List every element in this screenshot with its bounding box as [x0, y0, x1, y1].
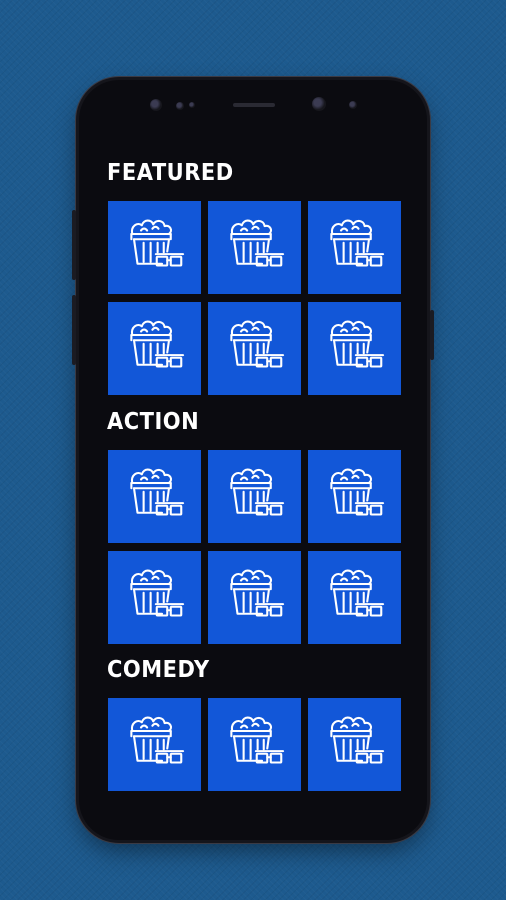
popcorn-3d-glasses-icon [320, 314, 390, 384]
app-screen: FEATURED ACTION COMEDY [99, 155, 407, 795]
popcorn-3d-glasses-icon [220, 462, 290, 532]
section-title-action: ACTION [107, 407, 200, 435]
section-title-comedy: COMEDY [107, 655, 210, 683]
movie-tile[interactable] [208, 302, 301, 395]
popcorn-3d-glasses-icon [120, 563, 190, 633]
sensor-icon [349, 101, 357, 109]
movie-tile[interactable] [108, 698, 201, 791]
featured-grid [108, 201, 401, 395]
movie-tile[interactable] [308, 302, 401, 395]
popcorn-3d-glasses-icon [220, 314, 290, 384]
front-camera-icon [312, 97, 326, 111]
popcorn-3d-glasses-icon [220, 710, 290, 780]
front-camera-icon [150, 99, 162, 111]
comedy-grid [108, 698, 401, 791]
popcorn-3d-glasses-icon [120, 462, 190, 532]
movie-tile[interactable] [308, 450, 401, 543]
popcorn-3d-glasses-icon [120, 314, 190, 384]
movie-tile[interactable] [308, 551, 401, 644]
section-title-featured: FEATURED [107, 158, 234, 186]
movie-tile[interactable] [208, 201, 301, 294]
popcorn-3d-glasses-icon [320, 710, 390, 780]
movie-tile[interactable] [208, 450, 301, 543]
popcorn-3d-glasses-icon [320, 213, 390, 283]
phone-side-button [72, 210, 76, 280]
action-grid [108, 450, 401, 644]
movie-tile[interactable] [108, 302, 201, 395]
movie-tile[interactable] [308, 201, 401, 294]
popcorn-3d-glasses-icon [120, 213, 190, 283]
movie-tile[interactable] [308, 698, 401, 791]
popcorn-3d-glasses-icon [320, 563, 390, 633]
movie-tile[interactable] [108, 450, 201, 543]
movie-tile[interactable] [108, 551, 201, 644]
movie-tile[interactable] [208, 698, 301, 791]
earpiece-speaker [233, 103, 275, 107]
phone-side-button [430, 310, 434, 360]
phone-side-button [72, 295, 76, 365]
phone-frame: FEATURED ACTION COMEDY [72, 80, 434, 840]
movie-tile[interactable] [208, 551, 301, 644]
sensor-icon [189, 102, 195, 108]
popcorn-3d-glasses-icon [220, 213, 290, 283]
movie-tile[interactable] [108, 201, 201, 294]
popcorn-3d-glasses-icon [120, 710, 190, 780]
popcorn-3d-glasses-icon [320, 462, 390, 532]
sensor-icon [176, 102, 184, 110]
popcorn-3d-glasses-icon [220, 563, 290, 633]
